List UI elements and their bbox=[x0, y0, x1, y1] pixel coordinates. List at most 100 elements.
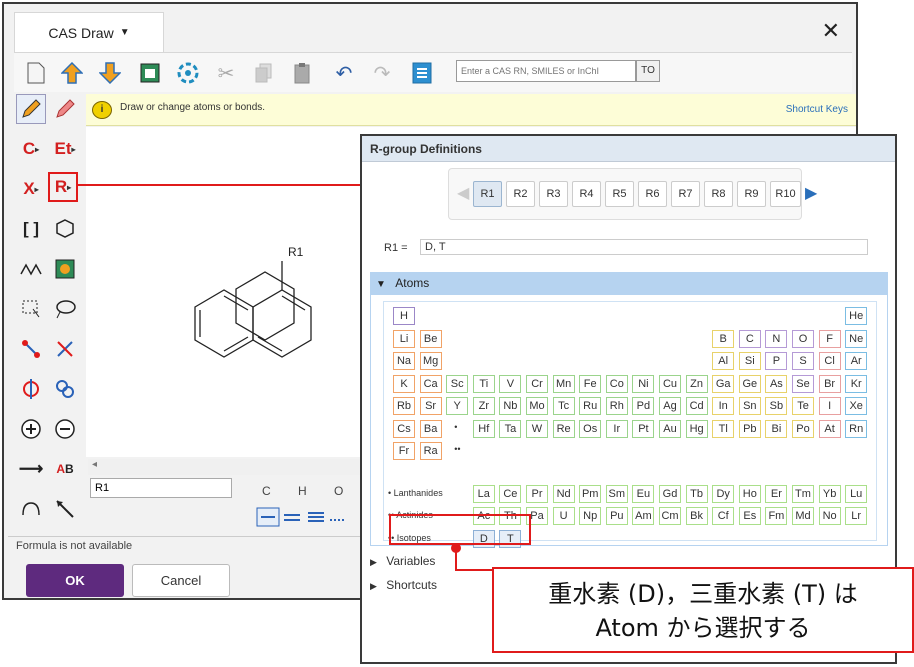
element-tb[interactable]: Tb bbox=[685, 484, 708, 503]
element-pd[interactable]: Pd bbox=[632, 397, 655, 415]
element-na[interactable]: Na bbox=[393, 352, 415, 370]
element-re[interactable]: Re bbox=[552, 419, 575, 438]
cancel-button[interactable]: Cancel bbox=[132, 564, 230, 597]
r1-atom-label[interactable]: R1 bbox=[288, 245, 303, 259]
bond-cut-icon[interactable] bbox=[50, 334, 80, 364]
marquee-select-icon[interactable] bbox=[16, 294, 46, 324]
reaction-arrow-icon[interactable]: AB bbox=[50, 454, 80, 484]
element-nb[interactable]: Nb bbox=[499, 397, 522, 415]
element-p[interactable]: P bbox=[765, 352, 788, 370]
element-ne[interactable]: Ne bbox=[845, 329, 868, 348]
atoms-section-header[interactable]: ▼ Atoms bbox=[370, 272, 888, 294]
element-at[interactable]: At bbox=[818, 419, 841, 438]
element-no[interactable]: No bbox=[818, 507, 841, 526]
element-kr[interactable]: Kr bbox=[845, 374, 868, 393]
r1-name-field[interactable] bbox=[90, 478, 232, 498]
cas-lookup-button[interactable]: TO bbox=[636, 60, 660, 82]
element-li[interactable]: Li bbox=[393, 329, 415, 348]
element-gd[interactable]: Gd bbox=[659, 484, 681, 503]
download-icon[interactable] bbox=[98, 61, 122, 85]
element-rb[interactable]: Rb bbox=[393, 397, 415, 415]
element-al[interactable]: Al bbox=[712, 352, 735, 370]
variables-section-header[interactable]: ▶ Variables bbox=[370, 554, 435, 568]
element-zr[interactable]: Zr bbox=[472, 397, 495, 415]
element-tl[interactable]: Tl bbox=[712, 419, 735, 438]
element-ti[interactable]: Ti bbox=[472, 374, 495, 393]
element-ba[interactable]: Ba bbox=[419, 419, 442, 438]
element-mg[interactable]: Mg bbox=[419, 352, 442, 370]
element-k[interactable]: K bbox=[393, 374, 415, 393]
positive-charge-icon[interactable] bbox=[16, 414, 46, 444]
tab-r9[interactable]: R9 bbox=[737, 181, 766, 207]
tabs-prev-icon[interactable]: ◀ bbox=[457, 183, 469, 203]
element-b[interactable]: B bbox=[712, 329, 735, 348]
ring-tool-icon[interactable] bbox=[50, 214, 80, 244]
element-ar[interactable]: Ar bbox=[845, 352, 868, 370]
tab-r5[interactable]: R5 bbox=[605, 181, 634, 207]
carbon-tool[interactable]: C ▸ bbox=[16, 134, 46, 164]
element-hf[interactable]: Hf bbox=[472, 419, 495, 438]
element-mo[interactable]: Mo bbox=[526, 397, 548, 415]
element-tc[interactable]: Tc bbox=[552, 397, 575, 415]
element-si[interactable]: Si bbox=[738, 352, 761, 370]
element-v[interactable]: V bbox=[499, 374, 522, 393]
title-tab[interactable]: CAS Draw ▼ bbox=[14, 12, 164, 52]
element-br[interactable]: Br bbox=[818, 374, 841, 393]
lasso-select-icon[interactable] bbox=[50, 294, 80, 324]
halogen-tool[interactable]: X ▸ bbox=[16, 174, 46, 204]
element-fe[interactable]: Fe bbox=[579, 374, 602, 393]
element-au[interactable]: Au bbox=[659, 419, 681, 438]
tab-r1[interactable]: R1 bbox=[473, 181, 502, 207]
element-cf[interactable]: Cf bbox=[712, 507, 735, 526]
element-sr[interactable]: Sr bbox=[419, 397, 442, 415]
tab-r6[interactable]: R6 bbox=[638, 181, 667, 207]
element-yb[interactable]: Yb bbox=[818, 484, 841, 503]
element-fr[interactable]: Fr bbox=[393, 442, 415, 460]
undo-icon[interactable]: ↶ bbox=[332, 61, 356, 85]
bond-select-icon[interactable] bbox=[16, 334, 46, 364]
element-cr[interactable]: Cr bbox=[526, 374, 548, 393]
tab-r4[interactable]: R4 bbox=[572, 181, 601, 207]
paste-icon[interactable] bbox=[290, 61, 314, 85]
element-cs[interactable]: Cs bbox=[393, 419, 415, 438]
element-ag[interactable]: Ag bbox=[659, 397, 681, 415]
ethyl-tool[interactable]: Et ▸ bbox=[50, 134, 80, 164]
element-o[interactable]: O bbox=[792, 329, 814, 348]
element-cl[interactable]: Cl bbox=[818, 352, 841, 370]
ring-bond-icon[interactable] bbox=[16, 374, 46, 404]
properties-icon[interactable] bbox=[410, 61, 434, 85]
close-icon[interactable]: ✕ bbox=[822, 18, 840, 44]
element-ni[interactable]: Ni bbox=[632, 374, 655, 393]
chain-tool-icon[interactable] bbox=[16, 254, 46, 284]
element-ge[interactable]: Ge bbox=[738, 374, 761, 393]
pencil-icon[interactable] bbox=[16, 94, 46, 124]
bracket-tool-icon[interactable]: [ ] bbox=[16, 214, 46, 244]
tab-r2[interactable]: R2 bbox=[506, 181, 535, 207]
element-po[interactable]: Po bbox=[792, 419, 814, 438]
shortcut-keys-link[interactable]: Shortcut Keys bbox=[786, 104, 848, 115]
clean-structure-icon[interactable] bbox=[176, 61, 200, 85]
element-mn[interactable]: Mn bbox=[552, 374, 575, 393]
element-u[interactable]: U bbox=[552, 507, 575, 526]
element-he[interactable]: He bbox=[845, 307, 868, 325]
element-i[interactable]: I bbox=[818, 397, 841, 415]
element-c[interactable]: C bbox=[738, 329, 761, 348]
horizontal-scrollbar[interactable]: ◂ bbox=[88, 459, 368, 475]
tab-r10[interactable]: R10 bbox=[770, 181, 801, 207]
element-ca[interactable]: Ca bbox=[419, 374, 442, 393]
upload-icon[interactable] bbox=[60, 61, 84, 85]
element-cm[interactable]: Cm bbox=[659, 507, 681, 526]
element-ce[interactable]: Ce bbox=[499, 484, 522, 503]
element-ta[interactable]: Ta bbox=[499, 419, 522, 438]
element-ga[interactable]: Ga bbox=[712, 374, 735, 393]
r1-definition-field[interactable]: D, T bbox=[420, 239, 868, 255]
element-rn[interactable]: Rn bbox=[845, 419, 868, 438]
tab-r8[interactable]: R8 bbox=[704, 181, 733, 207]
element-f[interactable]: F bbox=[818, 329, 841, 348]
new-document-icon[interactable] bbox=[24, 61, 48, 85]
pointer-tool-icon[interactable] bbox=[50, 494, 80, 524]
tabs-next-icon[interactable]: ▶ bbox=[805, 183, 817, 203]
element-w[interactable]: W bbox=[526, 419, 548, 438]
element-np[interactable]: Np bbox=[579, 507, 602, 526]
element-md[interactable]: Md bbox=[792, 507, 814, 526]
